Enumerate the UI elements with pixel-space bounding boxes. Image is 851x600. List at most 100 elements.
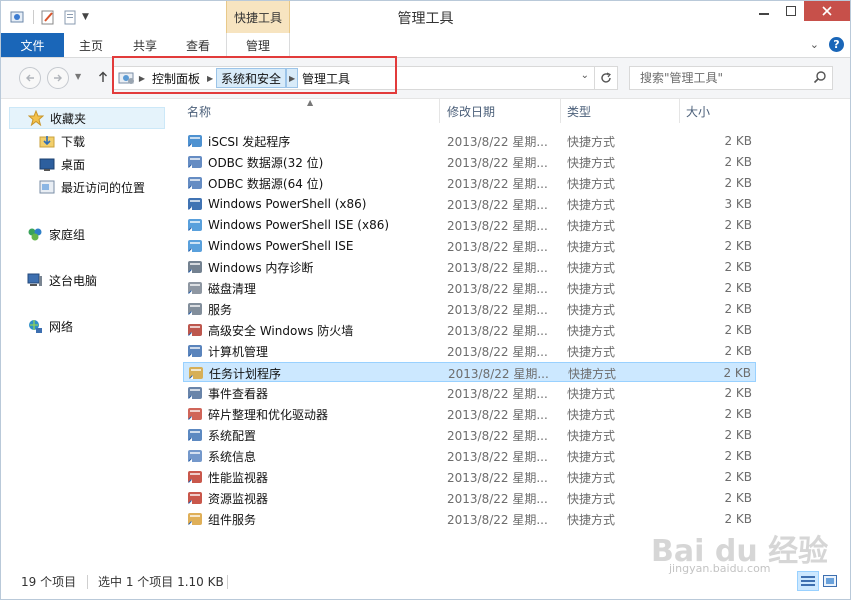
sidebar-item-downloads[interactable]: 下载 [39,131,85,151]
file-size: 2 KB [724,512,752,526]
details-view-icon [801,576,815,586]
file-size: 2 KB [724,470,752,484]
sidebar-item-homegroup[interactable]: 家庭组 [27,224,85,244]
file-row[interactable]: ODBC 数据源(64 位) 2013/8/22 星期... 快捷方式 2 KB [183,173,756,193]
file-row[interactable]: 磁盘清理 2013/8/22 星期... 快捷方式 2 KB [183,278,756,298]
address-bar[interactable]: ▶ 控制面板 ▶ 系统和安全 ▶ 管理工具 ⌄ [112,66,595,90]
window-system-icon[interactable] [9,9,25,25]
file-row[interactable]: 事件查看器 2013/8/22 星期... 快捷方式 2 KB [183,383,756,403]
forward-arrow-icon [54,74,62,82]
quick-access-toolbar: ▼ [9,7,89,27]
services-icon [187,301,203,317]
recent-locations-dropdown[interactable]: ▼ [75,72,81,81]
properties-icon[interactable] [40,9,56,25]
file-date: 2013/8/22 星期... [447,470,548,485]
odbc-icon [187,175,203,191]
tab-share[interactable]: 共享 [127,33,163,57]
close-button[interactable] [804,1,850,21]
breadcrumb-admin-tools[interactable]: 管理工具 [298,68,354,88]
search-icon[interactable] [813,70,827,87]
file-size: 2 KB [724,260,752,274]
file-size: 2 KB [724,281,752,295]
back-button[interactable] [19,67,41,89]
file-name-cell: 系统信息 [187,446,256,466]
file-date: 2013/8/22 星期... [447,302,548,317]
breadcrumb-separator-active[interactable]: ▶ [286,68,299,88]
up-button[interactable] [96,67,110,87]
file-row[interactable]: iSCSI 发起程序 2013/8/22 星期... 快捷方式 2 KB [183,131,756,151]
file-row[interactable]: 组件服务 2013/8/22 星期... 快捷方式 2 KB [183,509,756,529]
file-row[interactable]: Windows 内存诊断 2013/8/22 星期... 快捷方式 2 KB [183,257,756,277]
file-type: 快捷方式 [567,134,616,149]
sidebar-item-favorites[interactable]: 收藏夹 [9,107,165,129]
column-header-type[interactable]: 类型 [561,99,680,123]
file-list: 名称 ▲ 修改日期 类型 大小 iSCSI 发起程序 2013/8/22 星期..… [181,98,841,567]
address-dropdown-icon[interactable]: ⌄ [581,70,589,81]
forward-button[interactable] [47,67,69,89]
file-type: 快捷方式 [567,218,616,233]
tab-file[interactable]: 文件 [1,33,64,57]
sort-ascending-icon: ▲ [307,98,314,107]
file-name-cell: Windows PowerShell ISE [187,236,354,256]
system-info-icon [187,448,203,464]
file-date: 2013/8/22 星期... [447,512,548,527]
file-date: 2013/8/22 星期... [447,344,548,359]
tab-home[interactable]: 主页 [73,33,109,57]
sidebar-item-this-pc[interactable]: 这台电脑 [27,270,97,290]
search-box[interactable] [629,66,833,90]
refresh-button[interactable] [594,66,618,90]
new-folder-icon[interactable] [62,9,78,25]
back-arrow-icon [26,74,34,82]
large-icons-view-icon [823,575,837,587]
column-header-name[interactable]: 名称 ▲ [181,98,440,123]
large-icons-view-button[interactable] [819,571,841,591]
file-name-cell: 系统配置 [187,425,256,445]
file-name: Windows PowerShell (x86) [208,197,367,211]
details-view-button[interactable] [797,571,819,591]
file-name: 服务 [208,302,233,317]
expand-ribbon-icon[interactable]: ⌄ [810,38,819,51]
file-name-cell: Windows 内存诊断 [187,257,313,277]
file-name: 系统配置 [208,428,257,443]
sidebar-item-recent[interactable]: 最近访问的位置 [39,177,145,197]
file-type: 快捷方式 [567,407,616,422]
file-row[interactable]: 性能监视器 2013/8/22 星期... 快捷方式 2 KB [183,467,756,487]
breadcrumb-system-security[interactable]: 系统和安全 [216,68,287,88]
file-name: 事件查看器 [208,386,269,401]
file-row[interactable]: 计算机管理 2013/8/22 星期... 快捷方式 2 KB [183,341,756,361]
file-row[interactable]: ODBC 数据源(32 位) 2013/8/22 星期... 快捷方式 2 KB [183,152,756,172]
breadcrumb-separator[interactable]: ▶ [204,68,216,88]
file-date: 2013/8/22 星期... [447,155,548,170]
search-input[interactable] [638,67,812,89]
file-date: 2013/8/22 星期... [448,366,549,381]
breadcrumb-separator[interactable]: ▶ [136,68,148,88]
qa-dropdown-icon[interactable]: ▼ [82,12,89,22]
file-row[interactable]: 系统信息 2013/8/22 星期... 快捷方式 2 KB [183,446,756,466]
sidebar-item-desktop[interactable]: 桌面 [39,154,85,174]
column-header-size[interactable]: 大小 [680,99,758,123]
file-row[interactable]: Windows PowerShell ISE (x86) 2013/8/22 星期… [183,215,756,235]
file-row[interactable]: 高级安全 Windows 防火墙 2013/8/22 星期... 快捷方式 2 KB [183,320,756,340]
minimize-button[interactable] [750,1,777,21]
sidebar-item-network[interactable]: 网络 [27,316,73,336]
file-row[interactable]: Windows PowerShell ISE 2013/8/22 星期... 快捷方… [183,236,756,256]
file-type: 快捷方式 [567,344,616,359]
file-size: 2 KB [724,218,752,232]
column-header-date[interactable]: 修改日期 [440,99,561,123]
file-row[interactable]: Windows PowerShell (x86) 2013/8/22 星期... 快… [183,194,756,214]
file-row[interactable]: 资源监视器 2013/8/22 星期... 快捷方式 2 KB [183,488,756,508]
file-size: 2 KB [724,407,752,421]
file-row[interactable]: 服务 2013/8/22 星期... 快捷方式 2 KB [183,299,756,319]
help-icon[interactable]: ? [829,37,844,52]
file-name-cell: Windows PowerShell (x86) [187,194,366,214]
file-name-cell: ODBC 数据源(64 位) [187,173,323,193]
file-row[interactable]: 系统配置 2013/8/22 星期... 快捷方式 2 KB [183,425,756,445]
breadcrumb-control-panel[interactable]: 控制面板 [148,68,204,88]
file-row[interactable]: 任务计划程序 2013/8/22 星期... 快捷方式 2 KB [183,362,756,382]
tab-view[interactable]: 查看 [180,33,216,57]
tab-manage[interactable]: 管理 [226,33,290,59]
file-size: 2 KB [724,386,752,400]
file-row[interactable]: 碎片整理和优化驱动器 2013/8/22 星期... 快捷方式 2 KB [183,404,756,424]
file-type: 快捷方式 [568,366,617,381]
maximize-button[interactable] [777,1,804,21]
